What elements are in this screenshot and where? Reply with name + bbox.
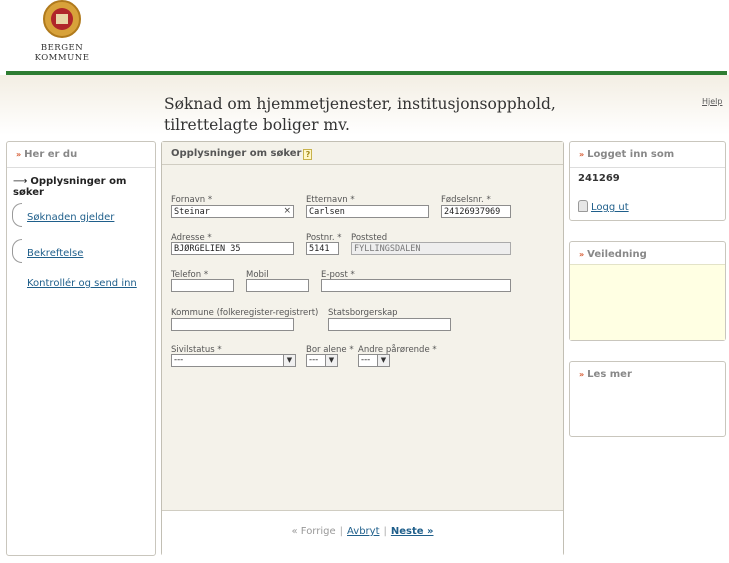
sivilstatus-value: --- — [174, 355, 184, 365]
page-title-line1: Søknad om hjemmetjenester, institusjonso… — [164, 95, 556, 113]
arrow-icon: » — [579, 370, 585, 379]
step-connector — [12, 203, 22, 227]
sivilstatus-select[interactable]: --- ▼ — [171, 354, 296, 367]
statsborgerskap-field[interactable] — [328, 318, 451, 331]
read-more-panel: » Les mer — [569, 361, 726, 437]
logo-line1: BERGEN — [40, 43, 84, 53]
bergen-kommune-logo[interactable]: BERGEN KOMMUNE — [30, 0, 94, 63]
dropdown-arrow-icon: ▼ — [377, 355, 389, 366]
arrow-icon: » — [579, 250, 585, 259]
nav-current-step: ⟶ Opplysninger om søker — [13, 176, 155, 198]
form-panel: Opplysninger om søker? Fornavn * Steinar… — [161, 141, 564, 556]
bergen-crest-icon — [43, 0, 81, 38]
question-icon[interactable]: ? — [303, 149, 313, 160]
help-link[interactable]: Hjelp — [702, 97, 722, 106]
nav-item-bekreftelse[interactable]: Bekreftelse — [27, 248, 83, 259]
nav-item-kontroller-og-send-inn[interactable]: Kontrollér og send inn — [27, 278, 137, 289]
next-button[interactable]: Neste » — [391, 526, 434, 537]
logged-in-title-text: Logget inn som — [587, 149, 675, 160]
progress-panel-title-text: Her er du — [24, 149, 78, 160]
etternavn-field[interactable]: Carlsen — [306, 205, 429, 218]
bor-alene-value: --- — [309, 355, 319, 365]
logged-in-title: » Logget inn som — [570, 142, 725, 168]
andre-parorende-select[interactable]: --- ▼ — [358, 354, 390, 367]
current-step-arrow-icon: ⟶ — [13, 176, 28, 187]
guidance-title-text: Veiledning — [587, 249, 647, 260]
mobil-field[interactable] — [246, 279, 309, 292]
poststed-field: FYLLINGSDALEN — [351, 242, 511, 255]
form-title: Opplysninger om søker — [171, 148, 302, 159]
user-id: 241269 — [578, 173, 620, 184]
page-title: Søknad om hjemmetjenester, institusjonso… — [164, 94, 584, 136]
logout-label: Logg ut — [591, 202, 629, 213]
fornavn-label: Fornavn * — [171, 195, 213, 205]
etternavn-label: Etternavn * — [306, 195, 355, 205]
epost-field[interactable] — [321, 279, 511, 292]
form-footer: « Forrige | Avbryt | Neste » — [162, 510, 563, 556]
guidance-content — [570, 264, 725, 340]
previous-button: « Forrige — [291, 526, 336, 537]
logged-in-panel: » Logget inn som 241269 Logg ut — [569, 141, 726, 221]
arrow-icon: » — [16, 150, 22, 159]
adresse-field[interactable]: BJØRGELIEN 35 — [171, 242, 294, 255]
dropdown-arrow-icon: ▼ — [325, 355, 337, 366]
dropdown-arrow-icon: ▼ — [283, 355, 295, 366]
postnr-field[interactable]: 5141 — [306, 242, 339, 255]
form-navigation: « Forrige | Avbryt | Neste » — [162, 526, 563, 537]
page-title-line2: tilrettelagte boliger mv. — [164, 116, 350, 134]
kommune-field[interactable] — [171, 318, 294, 331]
fodselsnr-label: Fødselsnr. * — [441, 195, 491, 205]
fornavn-value: Steinar — [174, 207, 210, 217]
logo-line2: KOMMUNE — [34, 53, 90, 63]
progress-panel-title: » Her er du — [7, 142, 155, 168]
separator: | — [339, 526, 344, 537]
arrow-icon: » — [579, 150, 585, 159]
fodselsnr-field[interactable]: 24126937969 — [441, 205, 511, 218]
form-panel-header: Opplysninger om søker? — [162, 142, 563, 165]
kommune-label: Kommune (folkeregister-registrert) — [171, 308, 319, 318]
read-more-title-text: Les mer — [587, 369, 632, 380]
separator: | — [383, 526, 387, 537]
fornavn-field[interactable]: Steinar × — [171, 205, 294, 218]
guidance-panel: » Veiledning — [569, 241, 726, 341]
clear-icon[interactable]: × — [283, 206, 291, 216]
andre-parorende-value: --- — [361, 355, 371, 365]
progress-panel: » Her er du ⟶ Opplysninger om søker Søknad… — [6, 141, 156, 556]
cancel-button[interactable]: Avbryt — [347, 526, 379, 537]
statsborgerskap-label: Statsborgerskap — [328, 308, 398, 318]
bor-alene-select[interactable]: --- ▼ — [306, 354, 338, 367]
step-connector — [12, 239, 22, 263]
logout-button[interactable]: Logg ut — [578, 200, 629, 213]
read-more-title: » Les mer — [570, 362, 725, 387]
telefon-field[interactable] — [171, 279, 234, 292]
nav-current-step-label: Opplysninger om søker — [13, 176, 127, 198]
nav-item-soknaden-gjelder[interactable]: Søknaden gjelder — [27, 212, 114, 223]
logo-text: BERGEN KOMMUNE — [30, 43, 94, 63]
lock-icon — [578, 200, 588, 212]
